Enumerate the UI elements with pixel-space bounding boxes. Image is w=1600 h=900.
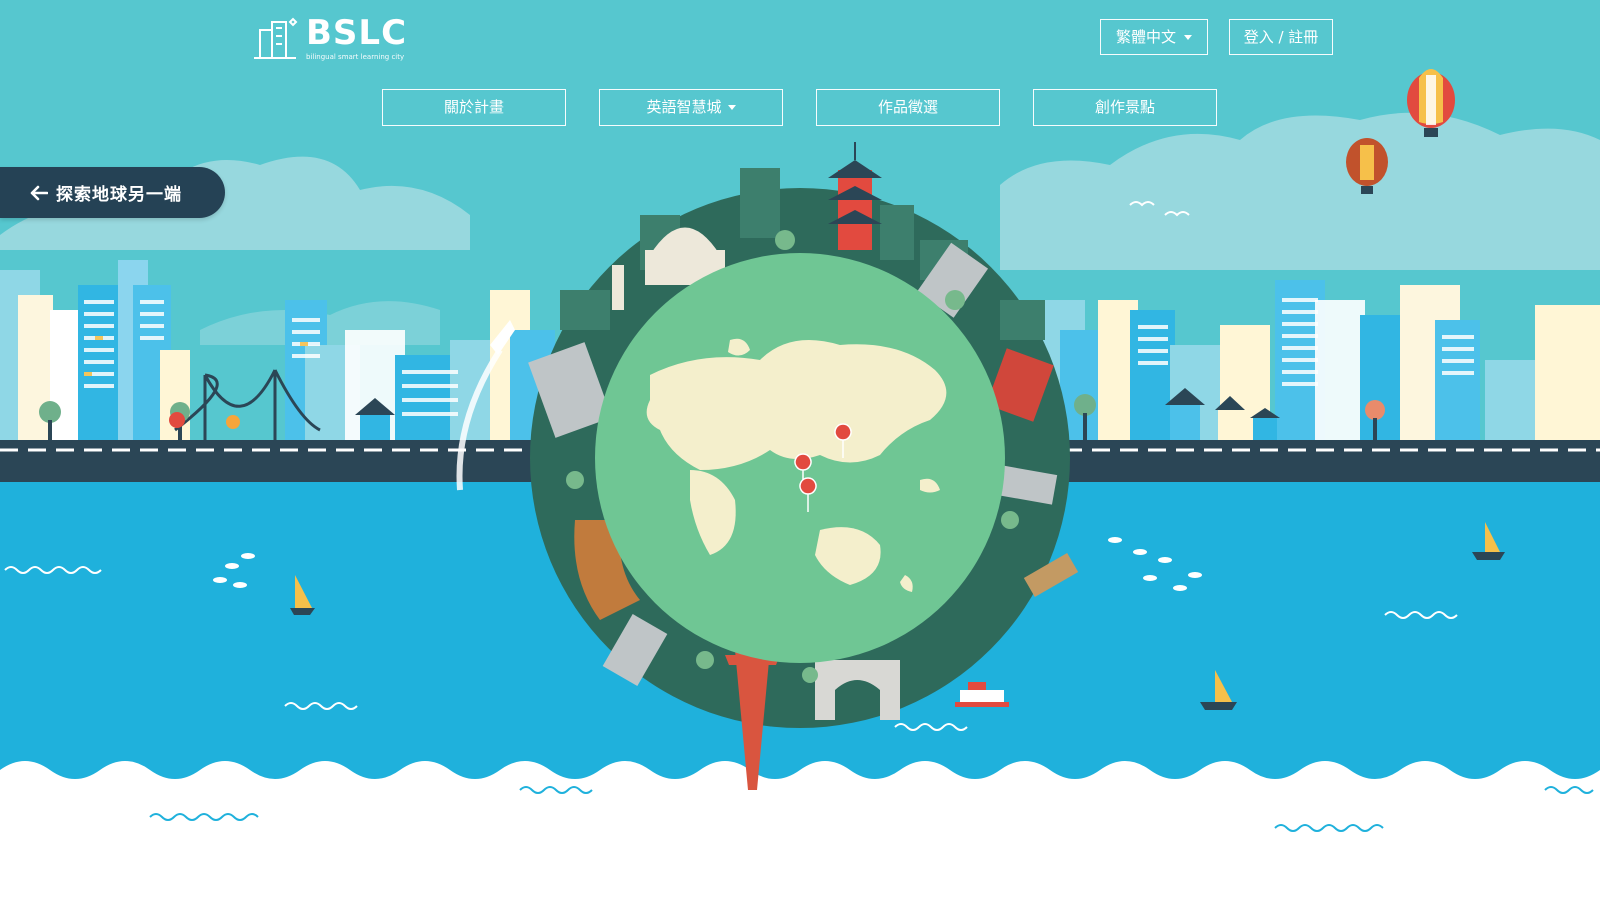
shore-wave xyxy=(0,761,1600,900)
language-select[interactable]: 繁體中文 xyxy=(1100,19,1208,55)
caret-down-icon xyxy=(727,105,736,110)
arrow-left-icon xyxy=(30,185,48,200)
nav-item-submissions[interactable]: 作品徵選 xyxy=(816,89,1000,126)
nav-item-smart-city[interactable]: 英語智慧城 xyxy=(599,89,783,126)
nav-label: 創作景點 xyxy=(1094,98,1155,116)
brand-tagline: bilingual smart learning city xyxy=(306,53,405,61)
brand-name: BSLC xyxy=(306,13,408,53)
nav-label: 作品徵選 xyxy=(877,98,938,116)
login-label: 登入 / 註冊 xyxy=(1243,28,1319,46)
explore-label: 探索地球另一端 xyxy=(56,185,182,205)
login-register-button[interactable]: 登入 / 註冊 xyxy=(1229,19,1333,55)
nav-item-spots[interactable]: 創作景點 xyxy=(1033,89,1217,126)
caret-down-icon xyxy=(1184,34,1192,40)
nav-label: 關於計畫 xyxy=(443,98,504,116)
city-logo-icon xyxy=(254,17,298,59)
globe xyxy=(595,253,1005,663)
explore-other-side-button[interactable]: 探索地球另一端 xyxy=(0,167,225,218)
brand-logo[interactable]: BSLC bilingual smart learning city xyxy=(250,14,407,62)
nav-label: 英語智慧城 xyxy=(646,98,722,116)
nav-item-about[interactable]: 關於計畫 xyxy=(382,89,566,126)
hero-scene xyxy=(0,0,1600,900)
language-label: 繁體中文 xyxy=(1115,28,1176,46)
